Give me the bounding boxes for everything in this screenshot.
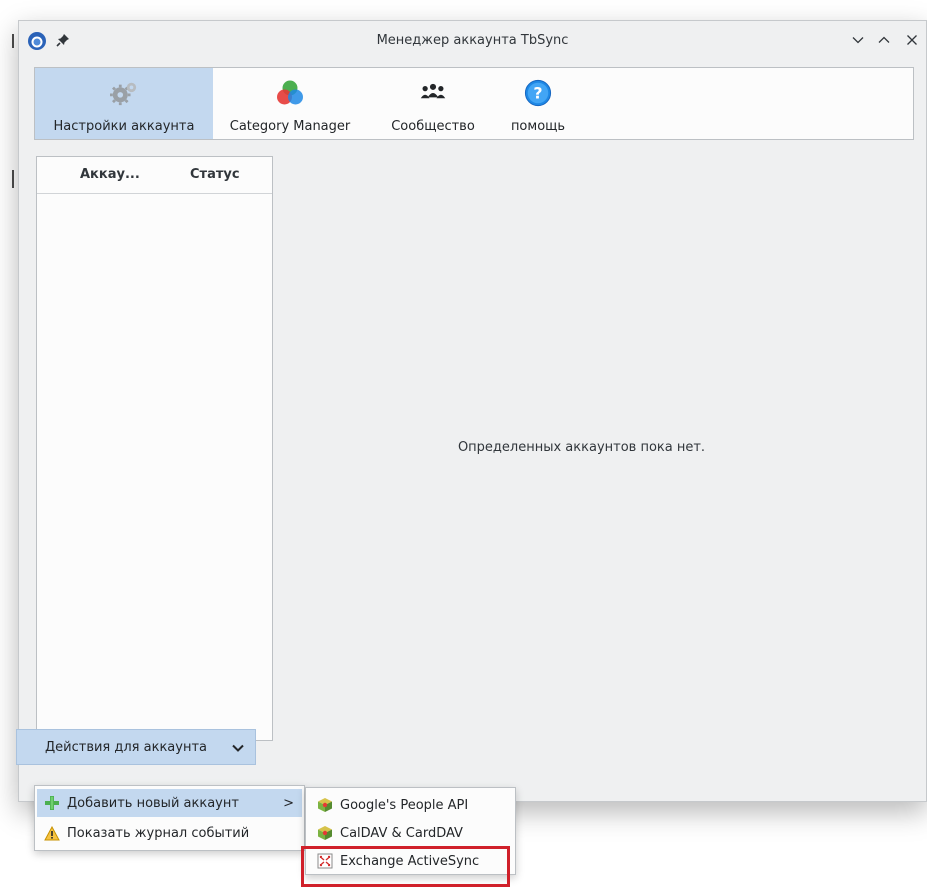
color-circles-icon <box>276 79 304 107</box>
menu-item-add-account[interactable]: Добавить новый аккаунт > <box>37 789 302 817</box>
tab-label: Сообщество <box>391 119 475 134</box>
close-button[interactable] <box>902 30 922 50</box>
maximize-button[interactable] <box>874 30 894 50</box>
column-header-status[interactable]: Статус <box>190 167 240 182</box>
chevron-up-icon <box>878 36 890 43</box>
minimize-button[interactable] <box>848 30 868 50</box>
menu-item-label: Показать журнал событий <box>67 825 250 841</box>
list-header: Аккау... Статус <box>37 157 272 194</box>
account-actions-menu: Добавить новый аккаунт > Показать журнал… <box>34 785 305 851</box>
empty-accounts-message: Определенных аккаунтов пока нет. <box>457 440 706 455</box>
people-icon <box>419 79 447 107</box>
tab-label: Category Manager <box>229 119 351 134</box>
chevron-down-icon <box>852 37 864 44</box>
tab-label: помощь <box>510 119 566 134</box>
menu-item-label: Добавить новый аккаунт <box>67 795 239 811</box>
submenu-arrow: > <box>283 795 294 811</box>
tab-community[interactable]: Сообщество <box>380 68 486 139</box>
tbsync-window: Менеджер аккаунта TbSync Настройки аккау… <box>18 20 927 802</box>
plus-icon <box>43 794 61 812</box>
submenu-item-caldav-carddav[interactable]: CalDAV & CardDAV <box>308 819 513 847</box>
tab-help[interactable]: ? помощь <box>501 68 575 139</box>
account-actions-label: Действия для аккаунта <box>45 739 208 755</box>
submenu-item-label: CalDAV & CardDAV <box>340 825 463 841</box>
toolbar: Настройки аккаунта Category Manager Сооб… <box>34 67 914 140</box>
svg-text:?: ? <box>533 84 542 103</box>
close-icon <box>907 35 917 45</box>
account-actions-button[interactable]: Действия для аккаунта <box>16 729 256 765</box>
warning-icon <box>43 824 61 842</box>
submenu-item-label: Google's People API <box>340 797 469 813</box>
menu-item-show-event-log[interactable]: Показать журнал событий <box>37 819 302 847</box>
tab-account-settings[interactable]: Настройки аккаунта <box>35 68 213 139</box>
submenu-item-google-people-api[interactable]: Google's People API <box>308 791 513 819</box>
help-icon: ? <box>524 79 552 107</box>
account-list[interactable]: Аккау... Статус <box>36 156 273 741</box>
background-edge-mark <box>12 170 14 188</box>
exchange-activesync-highlight <box>301 846 510 887</box>
window-title: Менеджер аккаунта TbSync <box>376 33 569 48</box>
gears-icon <box>110 79 138 107</box>
tab-label: Настройки аккаунта <box>53 119 195 134</box>
column-header-account[interactable]: Аккау... <box>80 167 140 182</box>
chevron-down-icon <box>232 744 244 752</box>
provider-cube-icon <box>316 796 334 814</box>
tab-category-manager[interactable]: Category Manager <box>217 68 363 139</box>
background-edge-mark <box>12 34 14 48</box>
title-bar: Менеджер аккаунта TbSync <box>19 21 926 59</box>
provider-cube-icon <box>316 824 334 842</box>
